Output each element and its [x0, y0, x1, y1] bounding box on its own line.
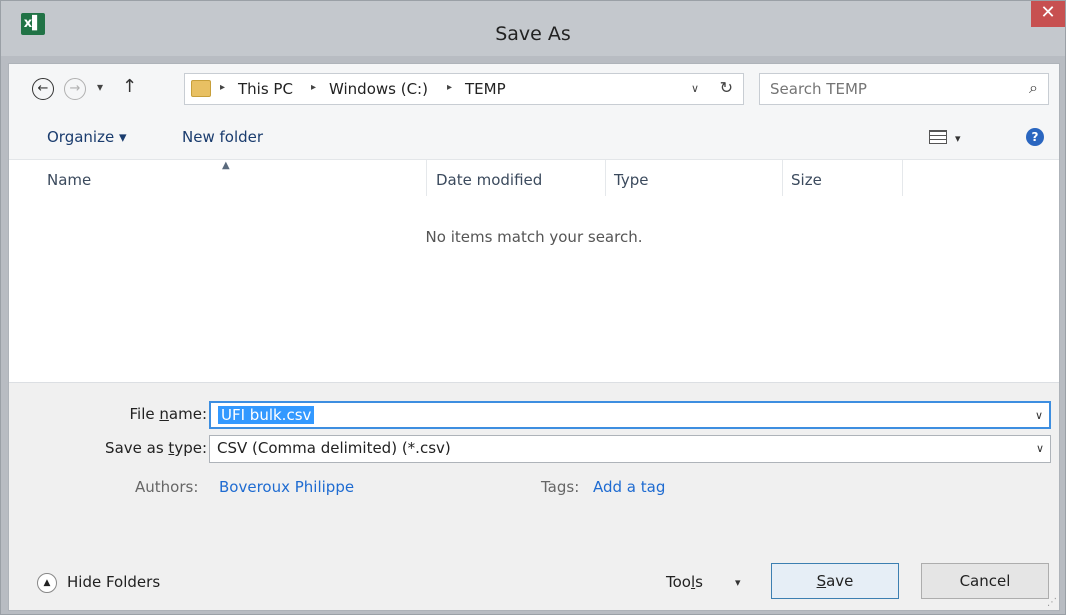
save-as-type-select[interactable]: CSV (Comma delimited) (*.csv) ∨	[209, 435, 1051, 463]
breadcrumb-windows-c[interactable]: Windows (C:)	[329, 80, 428, 98]
dialog-body: ← → ▾ ↑ ▸ This PC ▸ Windows (C:) ▸ TEMP …	[8, 63, 1060, 611]
search-input[interactable]	[770, 78, 1010, 100]
up-arrow-icon[interactable]: ↑	[122, 76, 137, 97]
file-name-value[interactable]: UFI bulk.csv	[218, 406, 315, 424]
add-tag-link[interactable]: Add a tag	[593, 478, 665, 496]
column-header-size[interactable]: Size	[791, 171, 822, 189]
file-name-label: File name:	[129, 405, 207, 423]
folder-icon	[191, 80, 211, 97]
refresh-icon[interactable]: ↻	[720, 78, 733, 97]
address-row: ← → ▾ ↑ ▸ This PC ▸ Windows (C:) ▸ TEMP …	[9, 64, 1059, 116]
tools-button[interactable]: Tools	[666, 573, 703, 591]
save-as-dialog: x▌ Save As ✕ ← → ▾ ↑ ▸ This PC ▸ Windows…	[0, 0, 1066, 615]
hide-folders-icon[interactable]: ▲	[37, 573, 57, 593]
title-bar[interactable]: x▌ Save As ✕	[1, 1, 1065, 56]
breadcrumb-separator-icon[interactable]: ▸	[447, 82, 452, 93]
view-options-icon[interactable]	[929, 130, 947, 144]
breadcrumb-temp[interactable]: TEMP	[465, 80, 506, 98]
command-toolbar: Organize ▾ New folder ▾ ?	[9, 116, 1059, 160]
save-as-type-chevron-icon[interactable]: ∨	[1036, 442, 1044, 455]
forward-arrow-icon[interactable]: →	[64, 78, 86, 100]
back-arrow-icon[interactable]: ←	[32, 78, 54, 100]
tags-label: Tags:	[541, 478, 580, 496]
breadcrumb-separator-icon[interactable]: ▸	[311, 82, 316, 93]
address-history-chevron-icon[interactable]: ∨	[691, 82, 699, 95]
tools-chevron-icon[interactable]: ▾	[735, 576, 741, 589]
sort-ascending-icon: ▲	[222, 160, 230, 171]
column-divider[interactable]	[426, 160, 427, 196]
file-list-headers: ▲ Name Date modified Type Size	[9, 160, 1059, 200]
cancel-button[interactable]: Cancel	[921, 563, 1049, 599]
column-divider[interactable]	[605, 160, 606, 196]
column-divider[interactable]	[782, 160, 783, 196]
search-icon[interactable]: ⌕	[1029, 78, 1038, 98]
breadcrumb-this-pc[interactable]: This PC	[238, 80, 293, 98]
column-header-type[interactable]: Type	[614, 171, 648, 189]
hide-folders-button[interactable]: Hide Folders	[67, 573, 160, 591]
breadcrumb-separator-icon: ▸	[220, 82, 226, 93]
view-options-chevron-icon[interactable]: ▾	[955, 132, 961, 145]
authors-label: Authors:	[135, 478, 199, 496]
new-folder-button[interactable]: New folder	[182, 128, 263, 146]
window-title: Save As	[495, 23, 571, 45]
recent-locations-chevron-icon[interactable]: ▾	[97, 80, 103, 94]
column-divider[interactable]	[902, 160, 903, 196]
save-as-type-value: CSV (Comma delimited) (*.csv)	[217, 439, 451, 457]
file-name-input[interactable]: UFI bulk.csv ∨	[209, 401, 1051, 429]
save-as-type-label: Save as type:	[105, 439, 207, 457]
address-bar[interactable]: ▸ This PC ▸ Windows (C:) ▸ TEMP ∨ ↻	[184, 73, 744, 105]
column-header-name[interactable]: Name	[47, 171, 91, 189]
resize-grip-icon[interactable]: ⋰	[1047, 597, 1057, 608]
organize-button[interactable]: Organize ▾	[47, 128, 127, 146]
file-name-chevron-icon[interactable]: ∨	[1035, 409, 1043, 422]
search-box[interactable]: ⌕	[759, 73, 1049, 105]
authors-value[interactable]: Boveroux Philippe	[219, 478, 354, 496]
empty-list-message: No items match your search.	[425, 228, 643, 246]
help-icon[interactable]: ?	[1026, 128, 1044, 146]
save-button[interactable]: Save	[771, 563, 899, 599]
column-header-date-modified[interactable]: Date modified	[436, 171, 542, 189]
close-button[interactable]: ✕	[1031, 1, 1065, 27]
save-options-pane: File name: UFI bulk.csv ∨ Save as type: …	[9, 382, 1059, 610]
